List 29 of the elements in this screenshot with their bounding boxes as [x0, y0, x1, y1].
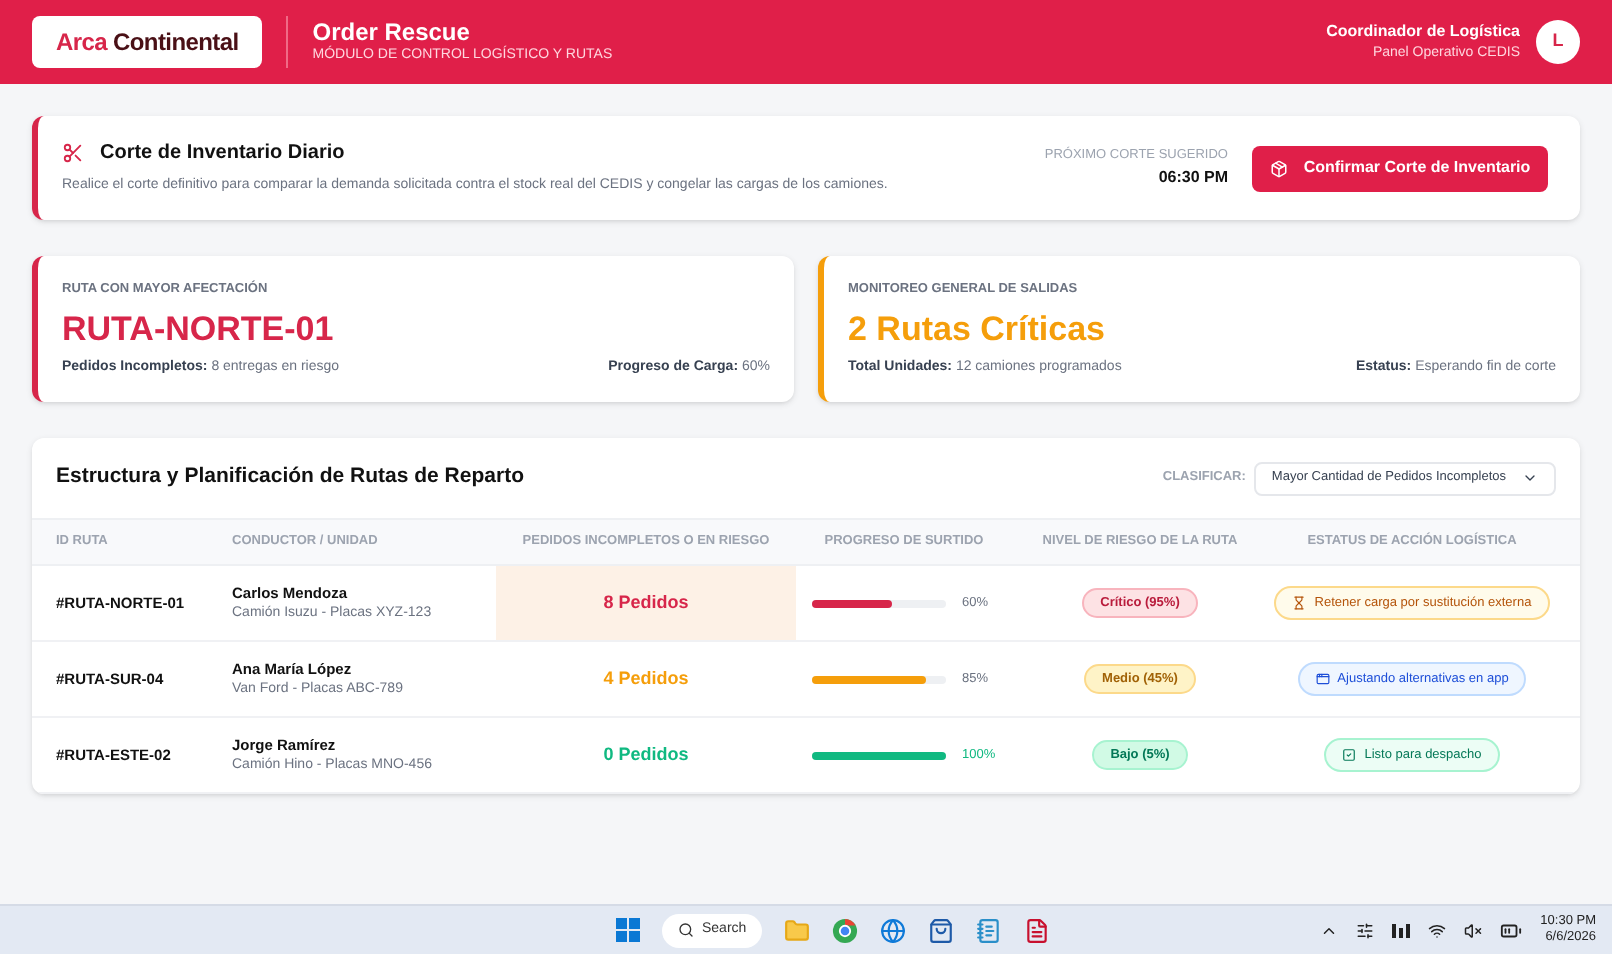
metric-value: 2 Rutas Críticas [848, 307, 1107, 350]
wifi-icon[interactable] [1428, 921, 1447, 939]
mute-icon[interactable] [1464, 921, 1483, 939]
logo: Arca Continental [32, 16, 263, 68]
card-title: Corte de Inventario Diario [100, 140, 345, 169]
pdf-icon[interactable] [1024, 917, 1051, 943]
globe-icon[interactable] [880, 917, 907, 943]
browser-icon[interactable] [832, 917, 859, 943]
scissors-icon [62, 142, 84, 165]
confirm-cut-button[interactable]: Confirmar Corte de Inventario [1252, 145, 1548, 191]
battery-icon[interactable] [1500, 919, 1523, 941]
metric-value: RUTA-NORTE-01 [62, 307, 336, 350]
package-icon [1269, 159, 1288, 177]
bars-icon[interactable] [1392, 922, 1411, 938]
store-icon[interactable] [928, 917, 955, 943]
search-icon [678, 922, 694, 938]
notepad-icon[interactable] [976, 917, 1003, 943]
orders-cell: 8 Pedidos [496, 566, 796, 640]
windows-start-icon[interactable] [616, 918, 640, 942]
user-role: Coordinador de Logística [1326, 19, 1520, 44]
user-avatar[interactable]: L [1536, 20, 1580, 64]
checkbox-icon [1342, 748, 1357, 762]
app-title: Order Rescue [312, 18, 472, 47]
chevron-down-icon [1522, 470, 1538, 486]
app-window-icon [1315, 672, 1330, 686]
hourglass-icon [1292, 596, 1307, 610]
sliders-icon[interactable] [1356, 921, 1375, 939]
table-title: Estructura y Planificación de Rutas de Reparto [56, 462, 524, 493]
next-cut-time: 06:30 PM [1158, 165, 1228, 190]
